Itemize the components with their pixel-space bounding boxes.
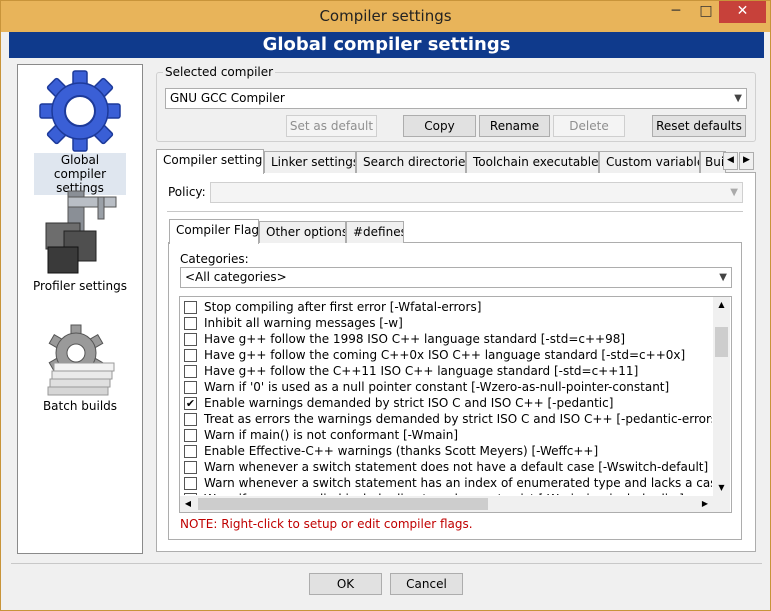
scrollbar-corner <box>713 496 730 512</box>
check-icon: ✔ <box>185 397 196 410</box>
sub-tabs: Compiler Flags Other options #defines <box>169 219 409 244</box>
checkbox[interactable] <box>184 381 197 394</box>
minimize-button[interactable]: ─ <box>661 1 691 23</box>
sidebar-item-label: Batch builds <box>42 399 118 413</box>
compiler-select-value: GNU GCC Compiler <box>170 91 285 105</box>
tab-toolchain-executables[interactable]: Toolchain executables <box>466 151 599 173</box>
checkbox[interactable] <box>184 429 197 442</box>
note-text: NOTE: Right-click to setup or edit compi… <box>180 517 473 531</box>
compiler-settings-window: Compiler settings ─ □ ✕ Global compiler … <box>0 0 771 611</box>
compiler-flags-list[interactable]: Stop compiling after first error [-Wfata… <box>179 296 732 513</box>
tab-scroll-right-button[interactable]: ▶ <box>739 152 754 170</box>
window-title: Compiler settings <box>319 7 452 25</box>
tab-compiler-flags[interactable]: Compiler Flags <box>169 219 259 244</box>
flag-label: Enable Effective-C++ warnings (thanks Sc… <box>204 444 599 458</box>
caliper-icon <box>45 190 117 274</box>
tab-linker-settings[interactable]: Linker settings <box>264 151 356 173</box>
chevron-down-icon: ▼ <box>734 93 742 104</box>
maximize-button[interactable]: □ <box>691 1 721 23</box>
checkbox[interactable] <box>184 445 197 458</box>
policy-select[interactable]: ▼ <box>210 182 743 203</box>
main-tabs: Compiler settings Linker settings Search… <box>156 149 726 174</box>
scroll-down-arrow-icon[interactable]: ▼ <box>713 480 730 496</box>
copy-button[interactable]: Copy <box>403 115 476 137</box>
flag-label: Have g++ follow the C++11 ISO C++ langua… <box>204 364 639 378</box>
scroll-left-arrow-icon[interactable]: ◀ <box>180 496 196 512</box>
reset-defaults-button[interactable]: Reset defaults <box>652 115 746 137</box>
flag-label: Inhibit all warning messages [-w] <box>204 316 403 330</box>
scroll-right-arrow-icon[interactable]: ▶ <box>697 496 713 512</box>
flag-label: Have g++ follow the 1998 ISO C++ languag… <box>204 332 626 346</box>
sidebar-item-batch-builds[interactable]: Batch builds <box>18 323 142 413</box>
categories-label: Categories: <box>180 252 249 266</box>
flag-label: Warn whenever a switch statement does no… <box>204 460 709 474</box>
tab-compiler-settings[interactable]: Compiler settings <box>156 149 264 174</box>
sidebar-item-global-compiler-settings[interactable]: Global compiler settings <box>18 69 142 195</box>
categories-select-value: <All categories> <box>185 270 287 284</box>
tab-other-options[interactable]: Other options <box>259 221 346 243</box>
chevron-down-icon: ▼ <box>719 272 727 283</box>
checkbox[interactable] <box>184 301 197 314</box>
chevron-down-icon: ▼ <box>730 187 738 198</box>
rename-button[interactable]: Rename <box>479 115 550 137</box>
flag-label: Warn if a user-supplied include director… <box>204 491 684 495</box>
checkbox[interactable] <box>184 333 197 346</box>
close-button[interactable]: ✕ <box>719 1 766 23</box>
checkbox[interactable] <box>184 349 197 362</box>
tab-search-directories[interactable]: Search directories <box>356 151 466 173</box>
categories-select[interactable]: <All categories> ▼ <box>180 267 732 288</box>
policy-label: Policy: <box>168 185 206 199</box>
checkbox[interactable] <box>184 461 197 474</box>
flag-label: Warn whenever a switch statement has an … <box>204 476 712 490</box>
vertical-scroll-thumb[interactable] <box>715 327 728 357</box>
sidebar-item-label: Profiler settings <box>33 279 127 293</box>
vertical-scrollbar[interactable]: ▲ ▼ <box>713 297 730 496</box>
tab-defines[interactable]: #defines <box>346 221 404 243</box>
set-as-default-button[interactable]: Set as default <box>286 115 377 137</box>
horizontal-scrollbar[interactable]: ◀ ▶ <box>180 496 713 512</box>
sidebar-item-profiler-settings[interactable]: Profiler settings <box>18 189 142 293</box>
flag-label: Warn if main() is not conformant [-Wmain… <box>204 428 459 442</box>
delete-button[interactable]: Delete <box>553 115 625 137</box>
flags-viewport: Stop compiling after first error [-Wfata… <box>180 299 712 495</box>
flag-label: Have g++ follow the coming C++0x ISO C++… <box>204 348 686 362</box>
flag-label: Treat as errors the warnings demanded by… <box>204 412 712 426</box>
checkbox[interactable] <box>184 413 197 426</box>
flag-label: Stop compiling after first error [-Wfata… <box>204 300 482 314</box>
batch-gear-icon <box>47 324 115 396</box>
cancel-button[interactable]: Cancel <box>390 573 463 595</box>
settings-sidebar: Global compiler settings Profiler settin… <box>17 64 143 554</box>
divider <box>11 563 762 564</box>
tab-custom-variables[interactable]: Custom variables <box>599 151 700 173</box>
title-bar[interactable]: Compiler settings ─ □ ✕ <box>1 1 770 32</box>
ok-button[interactable]: OK <box>309 573 382 595</box>
page-title: Global compiler settings <box>9 32 764 58</box>
gear-icon <box>39 70 121 152</box>
compiler-select[interactable]: GNU GCC Compiler ▼ <box>165 88 747 109</box>
selected-compiler-label: Selected compiler <box>163 65 276 79</box>
checkbox[interactable] <box>184 493 197 495</box>
flag-label: Enable warnings demanded by strict ISO C… <box>204 396 614 410</box>
checkbox[interactable] <box>184 365 197 378</box>
divider <box>167 211 743 212</box>
checkbox-checked[interactable]: ✔ <box>184 397 197 410</box>
horizontal-scroll-thumb[interactable] <box>198 498 488 510</box>
tab-scroll-left-button[interactable]: ◀ <box>723 152 738 170</box>
checkbox[interactable] <box>184 317 197 330</box>
checkbox[interactable] <box>184 477 197 490</box>
flag-label: Warn if '0' is used as a null pointer co… <box>204 380 670 394</box>
scroll-up-arrow-icon[interactable]: ▲ <box>713 297 730 313</box>
